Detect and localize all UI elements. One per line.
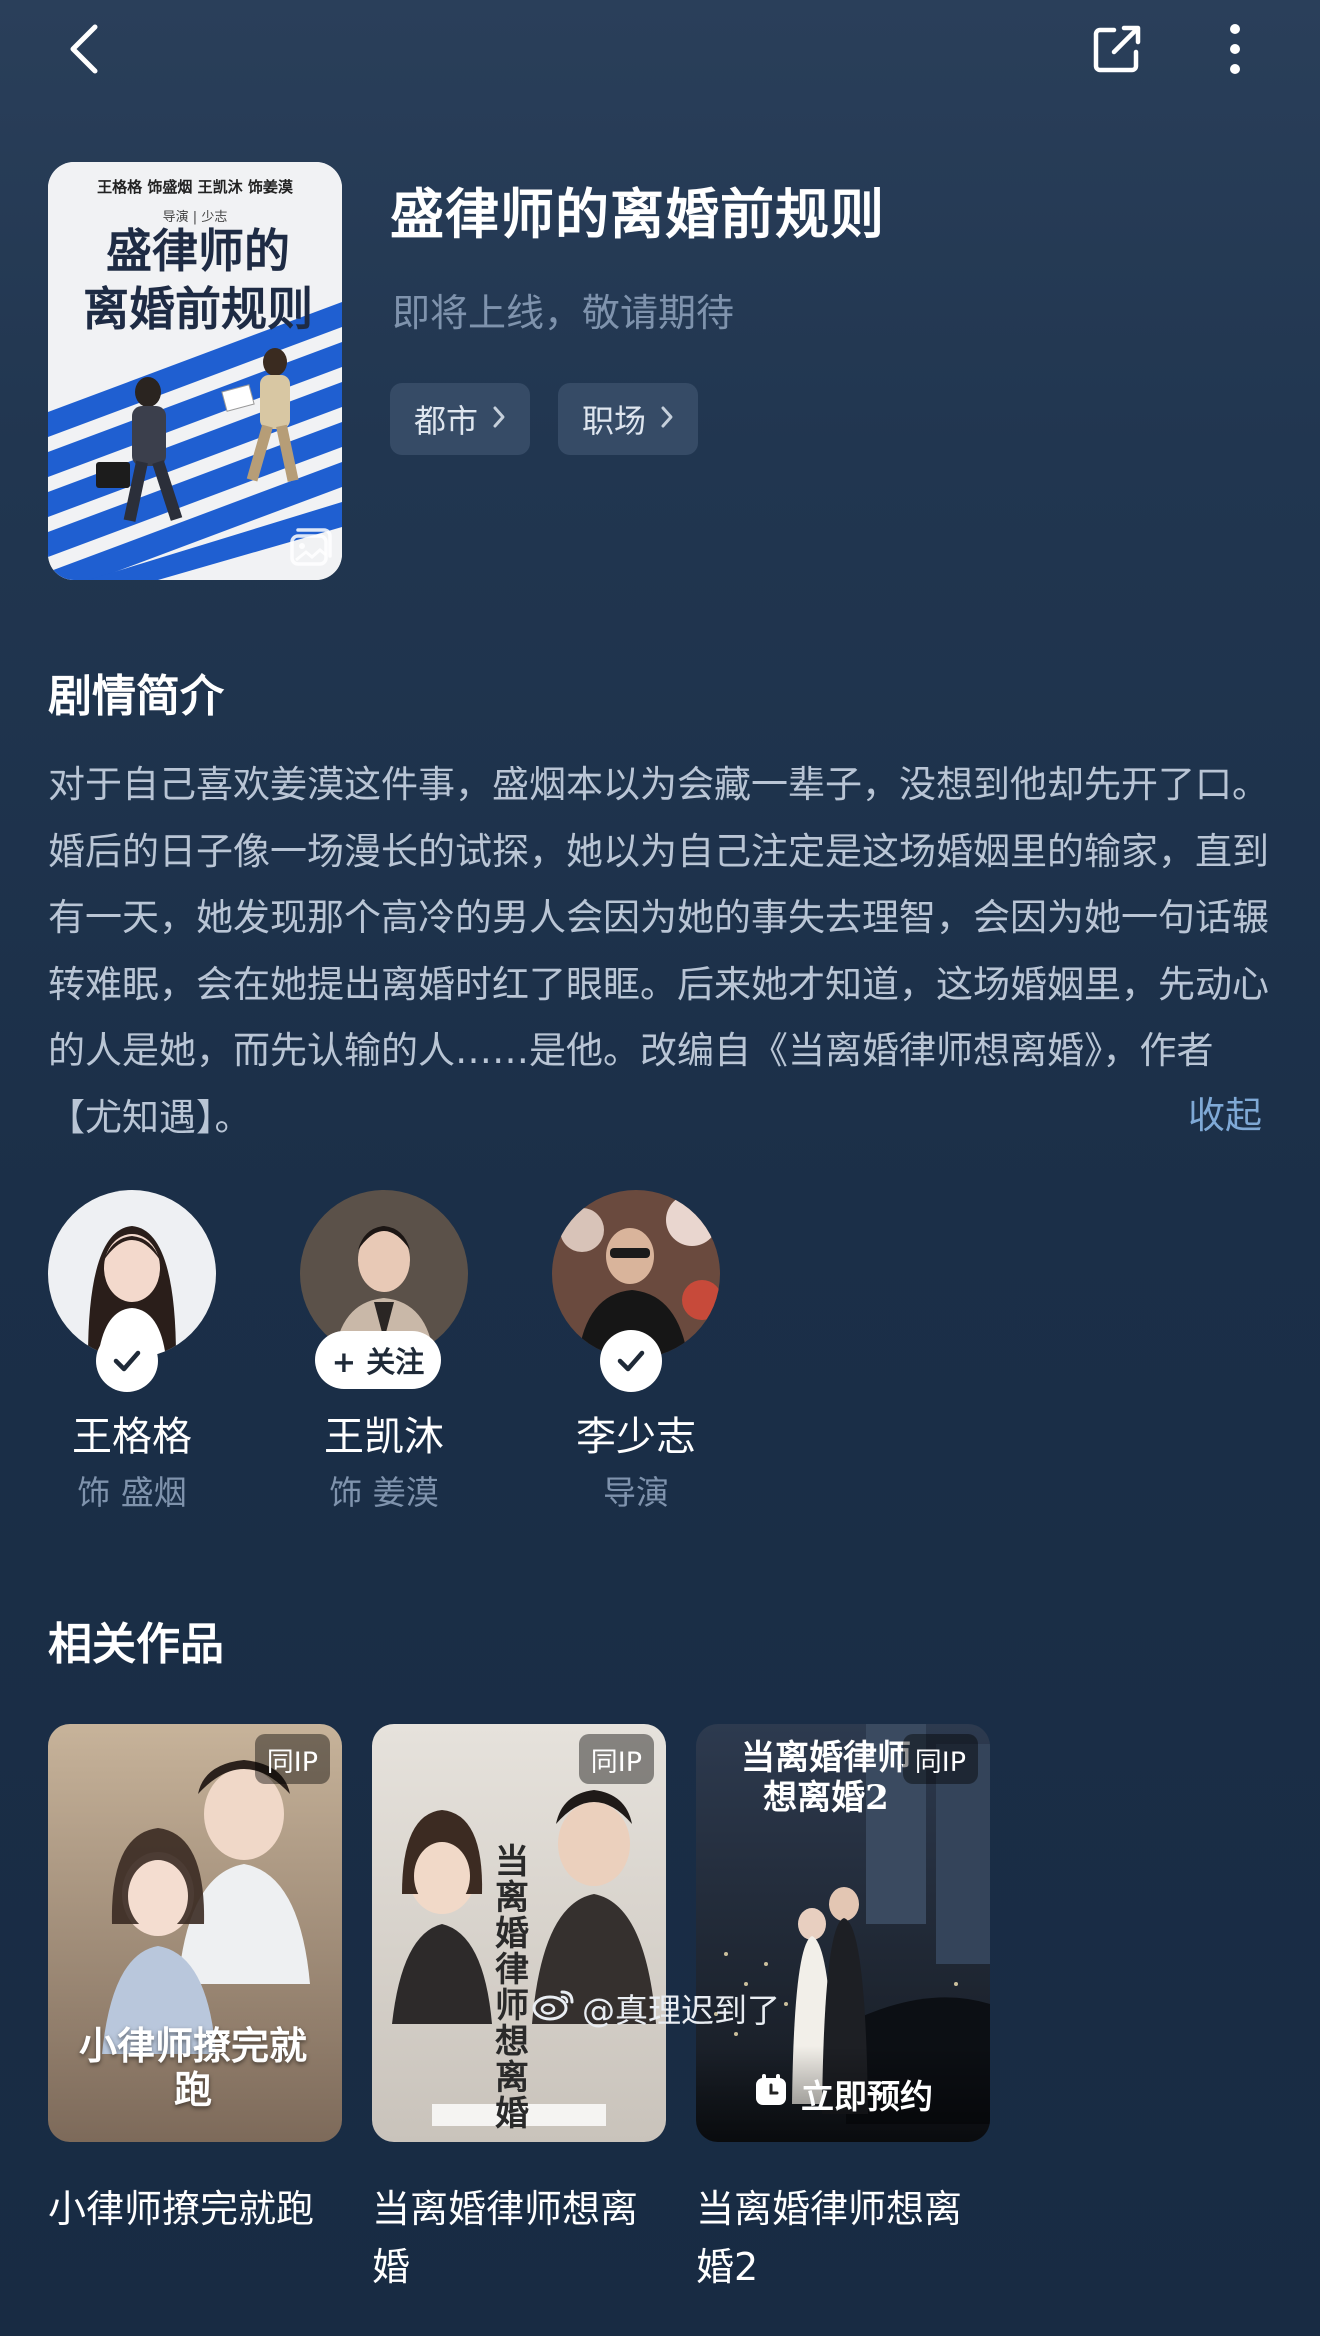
show-title: 盛律师的离婚前规则 (390, 183, 885, 246)
tag-urban[interactable]: 都市 (390, 383, 531, 455)
work-poster: 小律师撩完就跑 同IP (48, 1724, 342, 2142)
follow-button[interactable]: + 关注 (315, 1331, 441, 1389)
work-title: 当离婚律师想离婚2 (696, 2187, 963, 2289)
top-bar (0, 0, 1320, 100)
watermark-text: @真理迟到了 (582, 1991, 780, 2030)
gallery-icon[interactable] (286, 524, 334, 572)
related-work-card[interactable]: 小律师撩完就跑 同IP 小律师撩完就跑 (48, 1724, 342, 2238)
same-ip-badge: 同IP (902, 1734, 978, 1784)
poster-title-line2: 离婚前规则 (83, 282, 313, 336)
synopsis-heading: 剧情简介 (48, 671, 224, 722)
same-ip-badge: 同IP (578, 1734, 654, 1784)
cast-member[interactable]: 王格格 饰 盛烟 (42, 1190, 222, 1512)
work-poster: 当离婚律师想离婚2 同IP 立即预约 (696, 1724, 990, 2142)
cast-role: 导演 (603, 1473, 669, 1512)
tag-label: 都市 (414, 402, 479, 440)
reserve-button[interactable]: 立即预约 (696, 2046, 990, 2142)
work-poster-title: 小律师撩完就跑 (78, 2023, 307, 2112)
weibo-logo-icon (532, 1986, 576, 2030)
chevron-right-icon (660, 403, 674, 436)
share-icon[interactable] (1082, 14, 1152, 84)
reserve-label: 立即预约 (801, 2077, 933, 2116)
show-status: 即将上线，敬请期待 (392, 291, 735, 335)
show-poster[interactable]: 王格格 饰盛烟 王凯沐 饰姜漠 导演 | 少志 盛律师的 离婚前规则 (48, 162, 342, 580)
cast-member[interactable]: + 关注 王凯沐 饰 姜漠 (294, 1190, 474, 1512)
weibo-watermark: @真理迟到了 (532, 1980, 780, 2036)
tag-label: 职场 (582, 402, 647, 440)
cast-role: 饰 盛烟 (77, 1473, 187, 1512)
followed-check-icon[interactable] (600, 1330, 662, 1392)
work-title: 小律师撩完就跑 (48, 2187, 315, 2231)
clock-icon (753, 2072, 789, 2116)
same-ip-badge: 同IP (254, 1734, 330, 1784)
drama-detail-page: 王格格 饰盛烟 王凯沐 饰姜漠 导演 | 少志 盛律师的 离婚前规则 盛律师的离… (0, 0, 1320, 2336)
chevron-right-icon (492, 403, 506, 436)
back-icon[interactable] (50, 14, 120, 84)
followed-check-icon[interactable] (96, 1330, 158, 1392)
cast-name: 李少志 (576, 1414, 696, 1460)
poster-credits: 王格格 饰盛烟 王凯沐 饰姜漠 (97, 178, 293, 196)
cast-name: 王凯沐 (324, 1414, 444, 1460)
synopsis-text: 对于自己喜欢姜漠这件事，盛烟本以为会藏一辈子，没想到他却先开了口。婚后的日子像一… (48, 763, 1269, 1139)
work-poster-title: 当离婚律师想离婚2 (741, 1738, 911, 1818)
collapse-link[interactable]: 收起 (1188, 1085, 1262, 1139)
poster-title: 盛律师的 离婚前规则 (78, 222, 318, 338)
more-options-icon[interactable] (1200, 14, 1270, 84)
work-poster: 当离婚律师想离婚 同IP (372, 1724, 666, 2142)
work-title: 当离婚律师想离婚 (372, 2187, 639, 2289)
cast-role: 饰 姜漠 (329, 1473, 439, 1512)
tag-workplace[interactable]: 职场 (558, 383, 699, 455)
cast-name: 王格格 (72, 1414, 192, 1460)
cast-member[interactable]: 李少志 导演 (546, 1190, 726, 1512)
poster-title-line1: 盛律师的 (106, 224, 290, 278)
related-works-heading: 相关作品 (48, 1619, 224, 1670)
